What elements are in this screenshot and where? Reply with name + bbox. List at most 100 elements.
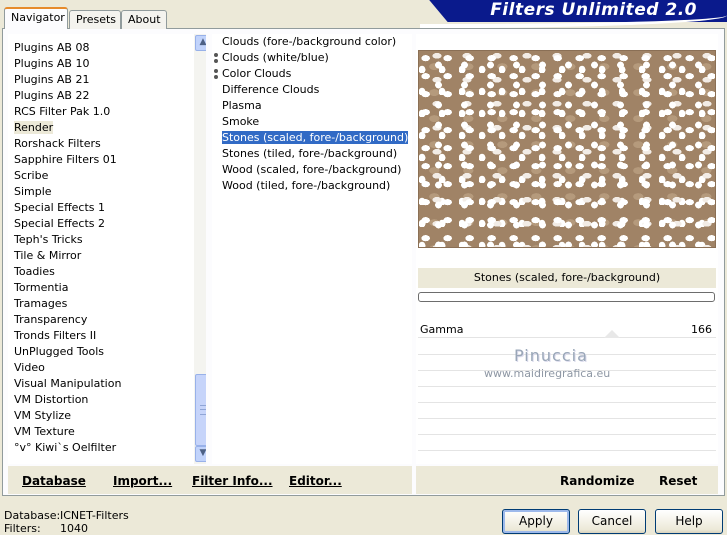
category-item[interactable]: Plugins AB 22 bbox=[8, 88, 206, 104]
category-item-label: °v° Kiwi`s Oelfilter bbox=[14, 441, 117, 454]
filter-preview-image bbox=[418, 50, 716, 248]
category-item[interactable]: °v° Kiwi`s Oelfilter bbox=[8, 440, 206, 456]
category-item[interactable]: Tormentia bbox=[8, 280, 206, 296]
category-item[interactable]: Plugins AB 21 bbox=[8, 72, 206, 88]
category-item-label: Simple bbox=[14, 185, 52, 198]
category-item-label: Visual Manipulation bbox=[14, 377, 122, 390]
category-item[interactable]: Tronds Filters II bbox=[8, 328, 206, 344]
category-item[interactable]: UnPlugged Tools bbox=[8, 344, 206, 360]
title-banner: Filters Unlimited 2.0 bbox=[429, 0, 727, 22]
param-row-gamma[interactable]: Gamma 166 bbox=[418, 322, 716, 338]
category-item-label: Special Effects 2 bbox=[14, 217, 106, 230]
filter-list[interactable]: Clouds (fore-/background color) Clouds (w… bbox=[212, 34, 412, 464]
category-item[interactable]: Tile & Mirror bbox=[8, 248, 206, 264]
category-item-label: Render bbox=[14, 121, 54, 134]
category-item-label: Scribe bbox=[14, 169, 49, 182]
category-item-label: Special Effects 1 bbox=[14, 201, 106, 214]
category-item[interactable]: Scribe bbox=[8, 168, 206, 184]
category-item[interactable]: Simple bbox=[8, 184, 206, 200]
import-button[interactable]: Import... bbox=[113, 474, 172, 488]
help-button[interactable]: Help bbox=[655, 509, 723, 534]
tab-about[interactable]: About bbox=[121, 10, 167, 29]
filter-item[interactable]: Wood (tiled, fore-/background) bbox=[212, 178, 412, 194]
filter-item-label: Stones (tiled, fore-/background) bbox=[222, 147, 398, 160]
cancel-button[interactable]: Cancel bbox=[578, 509, 646, 534]
category-item[interactable]: Plugins AB 08 bbox=[8, 40, 206, 56]
filter-info-button[interactable]: Filter Info... bbox=[192, 474, 273, 488]
category-item[interactable]: VM Distortion bbox=[8, 392, 206, 408]
left-button-bar: Database Import... Filter Info... Editor… bbox=[8, 466, 412, 494]
filter-item-label: Plasma bbox=[222, 99, 262, 112]
filter-item[interactable]: Difference Clouds bbox=[212, 82, 412, 98]
filter-item[interactable]: Smoke bbox=[212, 114, 412, 130]
reset-button[interactable]: Reset bbox=[659, 474, 697, 488]
category-item[interactable]: Transparency bbox=[8, 312, 206, 328]
category-item[interactable]: Render bbox=[8, 120, 206, 136]
category-item-label: Tormentia bbox=[14, 281, 69, 294]
filter-item[interactable]: Stones (scaled, fore-/background) bbox=[212, 130, 412, 146]
category-item-label: RCS Filter Pak 1.0 bbox=[14, 105, 111, 118]
filter-item[interactable]: Stones (tiled, fore-/background) bbox=[212, 146, 412, 162]
preview-filter-name: Stones (scaled, fore-/background) bbox=[418, 268, 716, 288]
category-item-label: Sapphire Filters 01 bbox=[14, 153, 117, 166]
chevron-down-icon[interactable]: ▼ bbox=[195, 446, 206, 462]
category-item-label: VM Stylize bbox=[14, 409, 71, 422]
category-item[interactable]: Visual Manipulation bbox=[8, 376, 206, 392]
watermark-name: Pinuccia bbox=[514, 346, 588, 365]
apply-button[interactable]: Apply bbox=[502, 509, 570, 534]
category-item-label: Video bbox=[14, 361, 45, 374]
category-item[interactable]: Video bbox=[8, 360, 206, 376]
category-item-label: Plugins AB 22 bbox=[14, 89, 90, 102]
category-item[interactable]: Special Effects 2 bbox=[8, 216, 206, 232]
preset-marker-icon bbox=[214, 69, 218, 79]
category-item[interactable]: RCS Filter Pak 1.0 bbox=[8, 104, 206, 120]
category-item-label: UnPlugged Tools bbox=[14, 345, 104, 358]
param-row-empty bbox=[418, 403, 716, 419]
filter-item[interactable]: Color Clouds bbox=[212, 66, 412, 82]
category-scrollbar[interactable]: ▲ ▼ bbox=[194, 34, 206, 464]
progress-bar bbox=[418, 292, 715, 302]
chevron-up-icon[interactable]: ▲ bbox=[195, 35, 206, 51]
filter-item[interactable]: Plasma bbox=[212, 98, 412, 114]
banner-title: Filters Unlimited 2.0 bbox=[490, 0, 697, 20]
category-item[interactable]: Special Effects 1 bbox=[8, 200, 206, 216]
category-item-label: Plugins AB 21 bbox=[14, 73, 90, 86]
filter-item[interactable]: Wood (scaled, fore-/background) bbox=[212, 162, 412, 178]
category-item-label: Plugins AB 08 bbox=[14, 41, 90, 54]
category-list[interactable]: Plugins AB 08 Plugins AB 10 Plugins AB 21 P… bbox=[8, 34, 206, 464]
category-item[interactable]: Teph's Tricks bbox=[8, 232, 206, 248]
status-filters: Filters: 1040 bbox=[4, 522, 88, 535]
category-item-label: Plugins AB 10 bbox=[14, 57, 90, 70]
tab-presets[interactable]: Presets bbox=[69, 10, 121, 29]
editor-button[interactable]: Editor... bbox=[289, 474, 342, 488]
filter-item-label: Clouds (fore-/background color) bbox=[222, 35, 397, 48]
param-row-empty bbox=[418, 419, 716, 435]
filter-item-label: Difference Clouds bbox=[222, 83, 320, 96]
category-item-label: Tile & Mirror bbox=[14, 249, 82, 262]
category-item[interactable]: Tramages bbox=[8, 296, 206, 312]
param-value: 166 bbox=[691, 323, 712, 336]
status-database-label: Database: bbox=[4, 509, 61, 522]
filter-item-label: Wood (scaled, fore-/background) bbox=[222, 163, 402, 176]
category-item[interactable]: Rorshack Filters bbox=[8, 136, 206, 152]
slider-pointer-icon[interactable] bbox=[604, 330, 620, 338]
param-row-empty bbox=[418, 387, 716, 403]
tab-navigator[interactable]: Navigator bbox=[4, 7, 68, 29]
filter-item[interactable]: Clouds (white/blue) bbox=[212, 50, 412, 66]
right-button-bar: Randomize Reset bbox=[416, 466, 718, 494]
category-item[interactable]: Sapphire Filters 01 bbox=[8, 152, 206, 168]
category-item[interactable]: Toadies bbox=[8, 264, 206, 280]
category-item[interactable]: Plugins AB 10 bbox=[8, 56, 206, 72]
category-item[interactable]: VM Texture bbox=[8, 424, 206, 440]
category-item-label: Teph's Tricks bbox=[14, 233, 83, 246]
category-item-label: VM Distortion bbox=[14, 393, 89, 406]
status-database: Database:ICNET-Filters bbox=[4, 509, 129, 522]
filter-item[interactable]: Clouds (fore-/background color) bbox=[212, 34, 412, 50]
category-item[interactable]: VM Stylize bbox=[8, 408, 206, 424]
category-item-label: Toadies bbox=[14, 265, 55, 278]
database-button[interactable]: Database bbox=[22, 474, 86, 488]
randomize-button[interactable]: Randomize bbox=[560, 474, 634, 488]
filter-item-label: Wood (tiled, fore-/background) bbox=[222, 179, 391, 192]
param-row-empty bbox=[418, 435, 716, 451]
scrollbar-thumb[interactable] bbox=[195, 374, 206, 446]
